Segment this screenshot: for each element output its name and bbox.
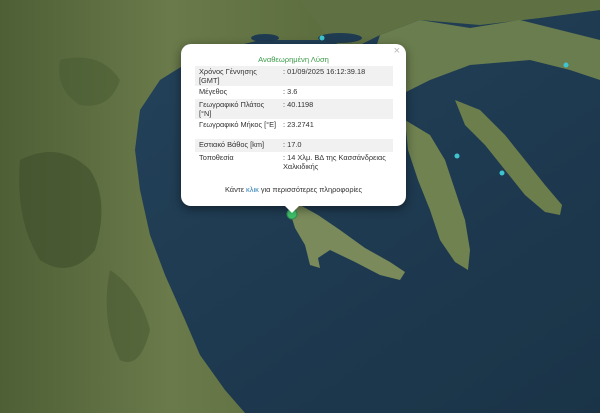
- table-row: Χρόνος Γέννησης [GMT] : 01/09/2025 16:12…: [195, 66, 393, 86]
- magnitude-value: : 3.6: [283, 87, 298, 96]
- latitude-label: Γεωγραφικό Πλάτος [°N]: [195, 99, 279, 119]
- footer-text-before: Κάντε: [224, 185, 247, 194]
- depth-value: : 17.0: [279, 139, 393, 152]
- latitude-value: : 40.1198: [279, 99, 393, 119]
- depth-label: Εστιακό Βάθος [km]: [195, 139, 279, 152]
- location-value: : 14 Χλμ. ΒΔ της Κασσάνδρειας Χαλκιδικής: [283, 153, 386, 171]
- origin-time-value: : 01/09/2025 16:12:39.18: [279, 66, 393, 86]
- popup-title: Αναθεωρημένη Λύση: [258, 55, 329, 64]
- lake: [318, 33, 362, 43]
- more-info-link[interactable]: κλικ: [246, 185, 259, 194]
- satellite-map[interactable]: × Αναθεωρημένη Λύση Χρόνος Γέννησης [GMT…: [0, 0, 600, 413]
- earthquake-details-table: Χρόνος Γέννησης [GMT] : 01/09/2025 16:12…: [195, 66, 393, 172]
- footer-text-after: για περισσότερες πληροφορίες: [258, 185, 363, 194]
- table-row: Γεωγραφικό Πλάτος [°N] : 40.1198: [195, 99, 393, 119]
- table-row: Γεωγραφικό Μήκος [°E] : 23.2741: [195, 119, 393, 139]
- popup-footer: Κάντε κλικ για περισσότερες πληροφορίες: [181, 185, 406, 194]
- table-row: Μέγεθος : 3.6: [195, 86, 393, 99]
- popup-pointer: [284, 205, 300, 213]
- location-label: Τοποθεσία: [199, 153, 234, 162]
- earthquake-info-popup: × Αναθεωρημένη Λύση Χρόνος Γέννησης [GMT…: [181, 44, 406, 206]
- event-marker: [563, 62, 569, 68]
- magnitude-label: Μέγεθος: [199, 87, 228, 96]
- table-row: Τοποθεσία : 14 Χλμ. ΒΔ της Κασσάνδρειας …: [195, 152, 393, 172]
- origin-time-label: Χρόνος Γέννησης [GMT]: [195, 66, 279, 86]
- event-marker: [499, 170, 505, 176]
- table-row: Εστιακό Βάθος [km] : 17.0: [195, 139, 393, 152]
- event-marker: [454, 153, 460, 159]
- event-marker: [319, 35, 325, 41]
- longitude-value: : 23.2741: [283, 120, 314, 129]
- longitude-label: Γεωγραφικό Μήκος [°E]: [199, 120, 277, 129]
